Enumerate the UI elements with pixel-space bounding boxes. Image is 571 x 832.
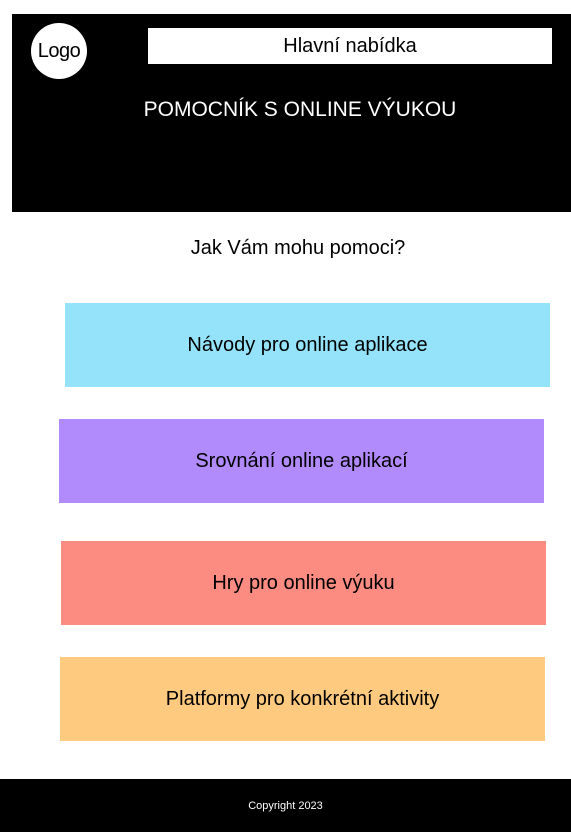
site-title: POMOCNÍK S ONLINE VÝUKOU xyxy=(143,98,457,121)
card-app-guides[interactable]: Návody pro online aplikace xyxy=(65,303,550,387)
card-label: Platformy pro konkrétní aktivity xyxy=(165,687,440,710)
help-question: Jak Vám mohu pomoci? xyxy=(190,237,406,259)
card-online-games[interactable]: Hry pro online výuku xyxy=(61,541,546,625)
main-menu-button[interactable]: Hlavní nabídka xyxy=(148,28,552,64)
site-footer: Copyright 2023 xyxy=(0,779,571,832)
main-content: Jak Vám mohu pomoci? Návody pro online a… xyxy=(12,212,571,779)
copyright-text: Copyright 2023 xyxy=(248,799,323,812)
card-label: Návody pro online aplikace xyxy=(187,333,428,356)
site-header: Logo Hlavní nabídka POMOCNÍK S ONLINE VÝ… xyxy=(12,14,571,212)
card-app-comparison[interactable]: Srovnání online aplikací xyxy=(59,419,544,503)
card-label: Hry pro online výuku xyxy=(212,571,395,594)
page: Logo Hlavní nabídka POMOCNÍK S ONLINE VÝ… xyxy=(0,0,571,832)
card-label: Srovnání online aplikací xyxy=(195,449,408,472)
logo[interactable]: Logo xyxy=(31,23,87,79)
card-activity-platforms[interactable]: Platformy pro konkrétní aktivity xyxy=(60,657,545,741)
